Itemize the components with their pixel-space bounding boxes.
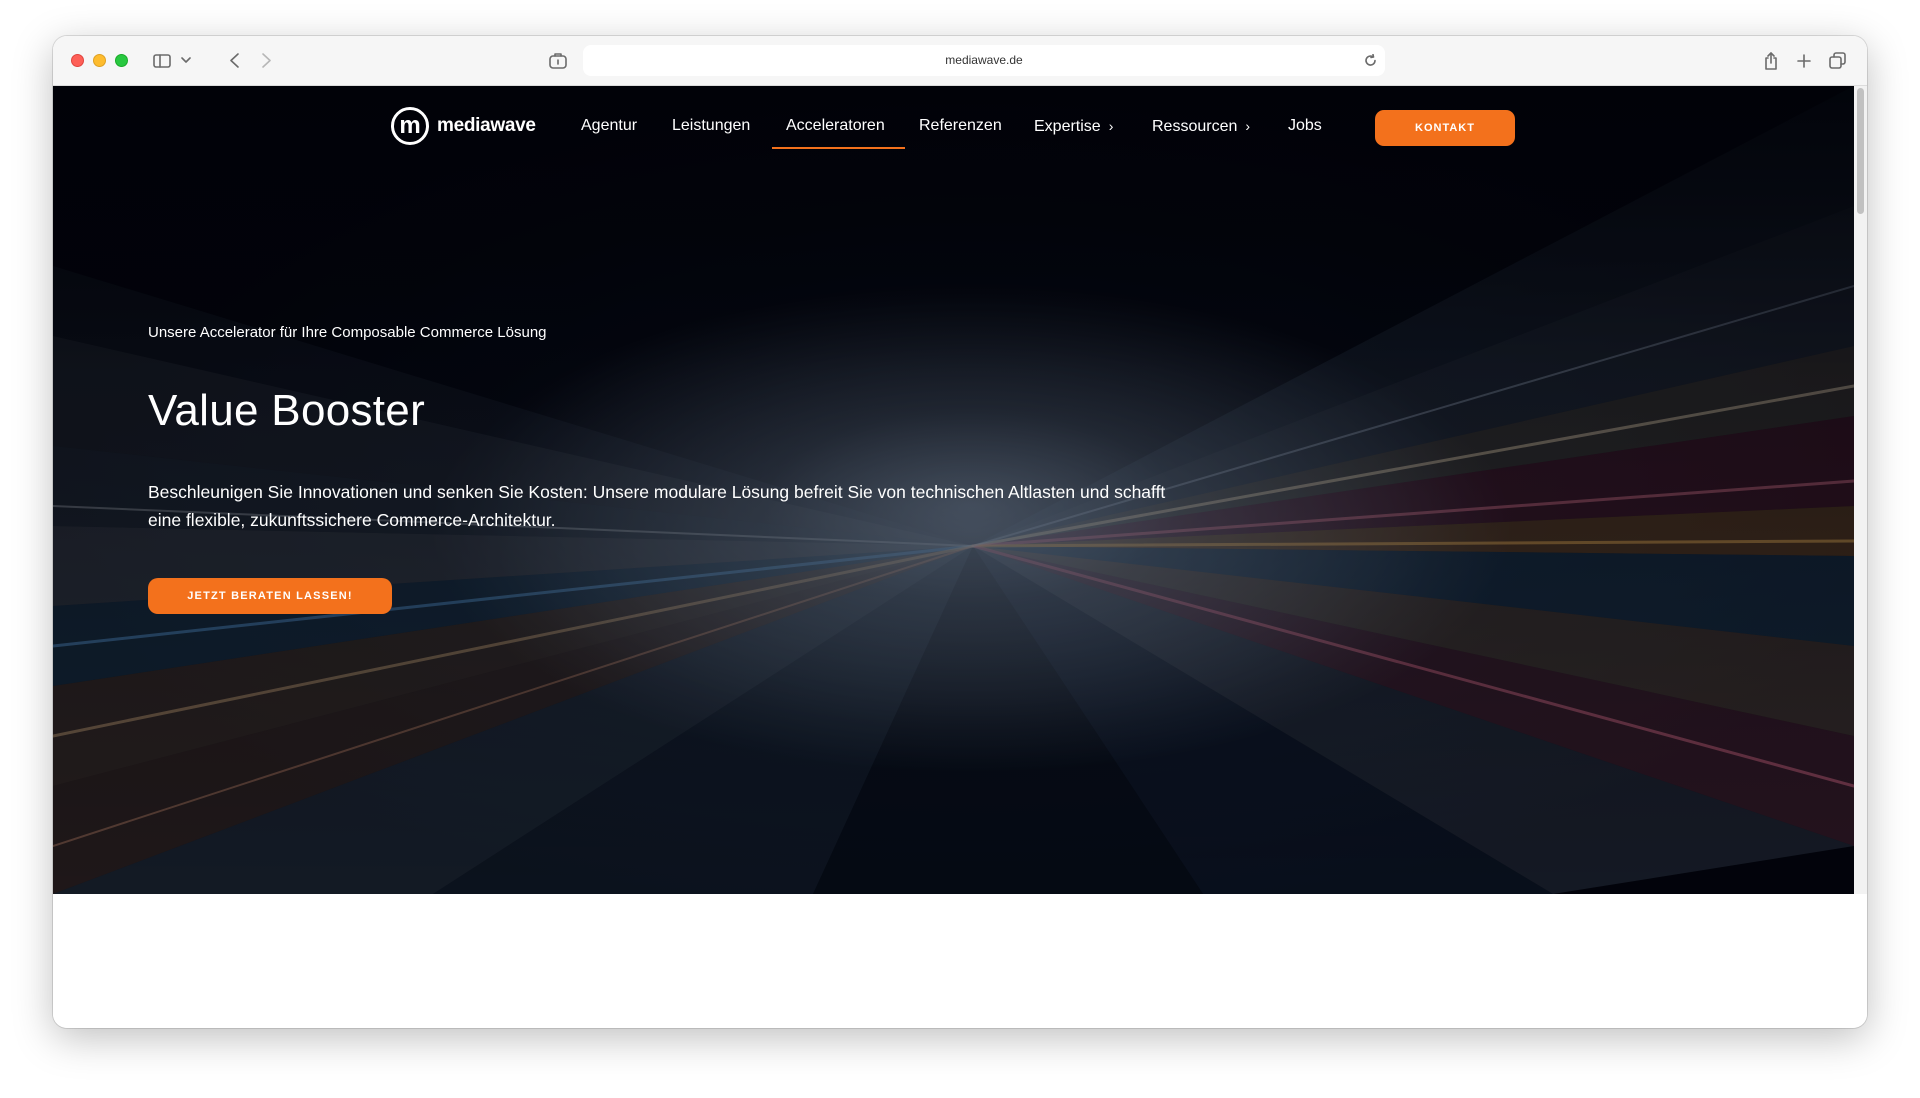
browser-window: mediawave.de m mediawave Agentur Leistun… [53, 36, 1867, 1028]
nav-item-referenzen[interactable]: Referenzen [919, 116, 1002, 136]
address-bar[interactable]: mediawave.de [583, 45, 1385, 76]
share-icon[interactable] [1761, 48, 1781, 73]
nav-item-expertise[interactable]: Expertise › [1034, 116, 1113, 137]
new-tab-icon[interactable] [1794, 48, 1814, 73]
extensions-icon[interactable] [547, 48, 569, 73]
chevron-right-icon: › [1108, 118, 1114, 134]
nav-item-agentur[interactable]: Agentur [581, 116, 637, 136]
close-window-button[interactable] [71, 54, 84, 67]
sidebar-icon[interactable] [151, 48, 173, 73]
page-scrollbar[interactable] [1854, 86, 1867, 894]
nav-item-ressourcen[interactable]: Ressourcen › [1152, 116, 1250, 137]
logo-wordmark: mediawave [437, 115, 536, 136]
scrollbar-thumb[interactable] [1857, 88, 1864, 214]
nav-item-label: Jobs [1288, 117, 1322, 134]
nav-item-acceleratoren[interactable]: Acceleratoren [786, 116, 885, 136]
hero-description: Beschleunigen Sie Innovationen und senke… [148, 482, 1166, 530]
hero-title: Value Booster [148, 386, 426, 435]
nav-item-label: Leistungen [672, 117, 751, 134]
site-logo[interactable]: m mediawave [391, 107, 536, 145]
forward-icon[interactable] [257, 48, 275, 73]
nav-item-label: Acceleratoren [786, 117, 885, 134]
reload-icon[interactable] [1361, 48, 1379, 73]
page-viewport: m mediawave Agentur Leistungen Accelerat… [53, 86, 1854, 894]
minimize-window-button[interactable] [93, 54, 106, 67]
browser-toolbar: mediawave.de [53, 36, 1867, 86]
nav-item-label: Ressourcen [1152, 118, 1238, 135]
kontakt-button[interactable]: KONTAKT [1375, 110, 1515, 146]
nav-item-label: Expertise [1034, 118, 1101, 135]
chevron-down-icon[interactable] [179, 48, 193, 73]
nav-item-label: Agentur [581, 117, 638, 134]
url-text: mediawave.de [945, 53, 1023, 67]
nav-item-label: Referenzen [919, 117, 1002, 134]
active-nav-indicator [772, 147, 905, 149]
nav-item-leistungen[interactable]: Leistungen [672, 116, 750, 136]
page-content-below-hero [53, 894, 1867, 1028]
site-navigation: m mediawave Agentur Leistungen Accelerat… [53, 86, 1854, 176]
consultation-button[interactable]: JETZT BERATEN LASSEN! [148, 578, 392, 614]
nav-item-jobs[interactable]: Jobs [1288, 116, 1322, 136]
tabs-overview-icon[interactable] [1827, 48, 1847, 73]
back-icon[interactable] [225, 48, 243, 73]
hero-eyebrow: Unsere Accelerator für Ihre Composable C… [148, 324, 547, 341]
chevron-right-icon: › [1245, 118, 1251, 134]
zoom-window-button[interactable] [115, 54, 128, 67]
logo-mark: m [391, 107, 429, 145]
